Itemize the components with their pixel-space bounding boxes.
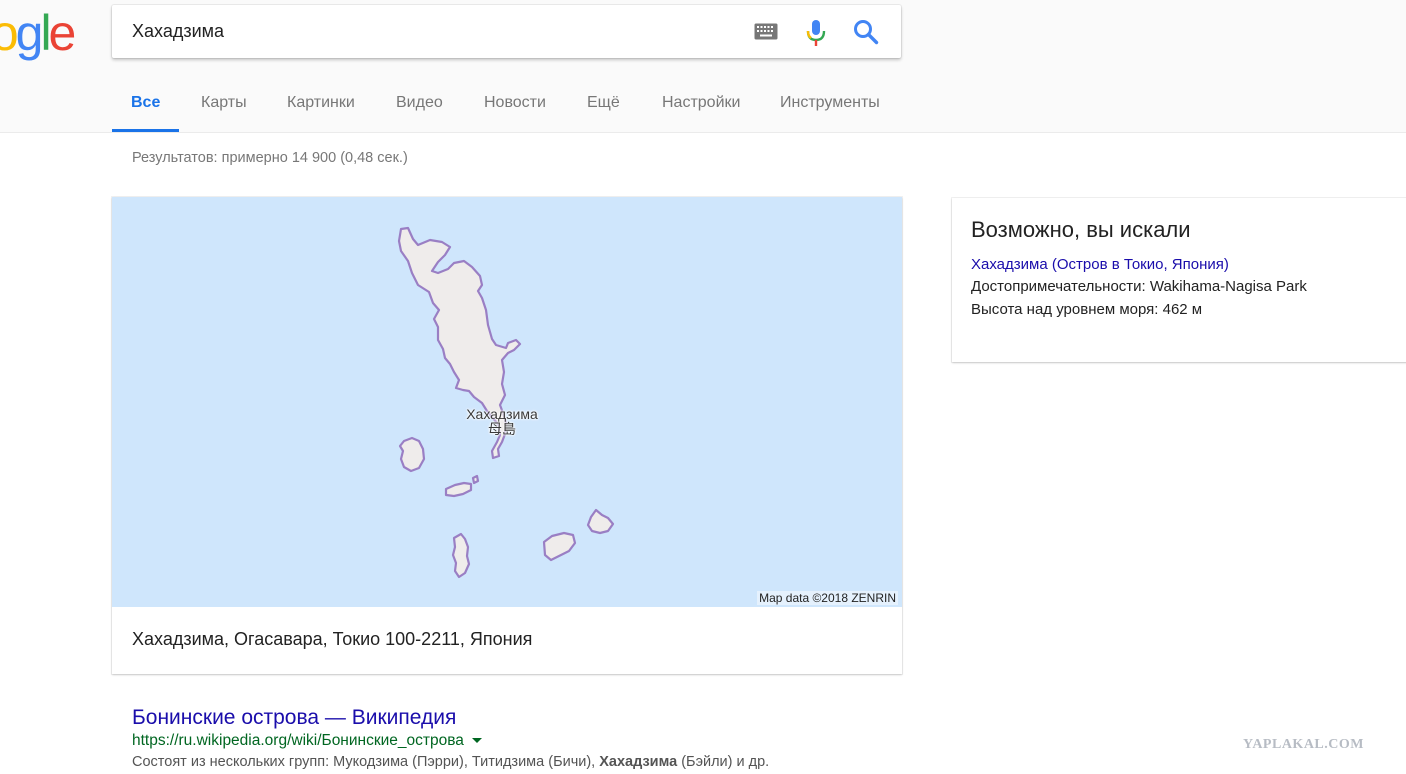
logo-letter-g: g <box>15 5 44 61</box>
attractions-line: Достопримечательности: Wakihama-Nagisa P… <box>971 278 1307 295</box>
map-card[interactable]: Хахадзима 母島 Map data ©2018 ZENRIN Хахад… <box>112 197 902 674</box>
result-snippet: Состоят из нескольких групп: Мукодзима (… <box>132 754 892 770</box>
mic-icon[interactable] <box>806 19 826 47</box>
search-box <box>112 5 901 58</box>
snippet-start: Состоят из нескольких групп: Мукодзима (… <box>132 754 600 770</box>
did-you-mean-title: Возможно, вы искали <box>971 217 1191 242</box>
logo-letter-l: l <box>40 5 51 61</box>
map-attribution: Map data ©2018 ZENRIN <box>757 591 898 605</box>
map-view[interactable]: Хахадзима 母島 Map data ©2018 ZENRIN <box>112 197 902 607</box>
tab-video[interactable]: Видео <box>396 80 443 129</box>
tab-more[interactable]: Ещё <box>587 80 620 129</box>
tab-tools[interactable]: Инструменты <box>780 80 880 129</box>
elevation-line: Высота над уровнем моря: 462 м <box>971 301 1203 318</box>
url-dropdown-icon[interactable] <box>471 738 482 744</box>
map-label-jp: 母島 <box>488 421 516 437</box>
result-url: https://ru.wikipedia.org/wiki/Бонинские_… <box>132 732 464 749</box>
search-result: Бонинские острова — Википедия https://ru… <box>132 706 892 770</box>
tab-news[interactable]: Новости <box>484 80 546 129</box>
snippet-bold: Хахадзима <box>599 754 678 770</box>
tab-images[interactable]: Картинки <box>287 80 355 129</box>
watermark: YAPLAKAL.COM <box>1243 737 1364 752</box>
tab-maps[interactable]: Карты <box>201 80 247 129</box>
did-you-mean-card: Возможно, вы искали Хахадзима (Остров в … <box>952 198 1406 362</box>
logo-letter-e: e <box>48 5 77 61</box>
snippet-end: (Бэйли) и др. <box>677 754 770 770</box>
keyboard-icon[interactable] <box>754 23 778 40</box>
did-you-mean-link[interactable]: Хахадзима (Остров в Токио, Япония) <box>971 256 1229 273</box>
search-icon[interactable] <box>853 19 879 45</box>
island-map <box>397 226 615 579</box>
map-address: Хахадзима, Огасавара, Токио 100-2211, Яп… <box>132 629 533 649</box>
header: oogle Все Карты Картинки Видео Новости <box>0 0 1406 133</box>
result-stats: Результатов: примерно 14 900 (0,48 сек.) <box>132 150 408 166</box>
map-label-ru: Хахадзима <box>466 406 538 422</box>
result-url-line: https://ru.wikipedia.org/wiki/Бонинские_… <box>132 732 892 750</box>
tab-settings[interactable]: Настройки <box>662 80 740 129</box>
search-input[interactable] <box>132 5 732 58</box>
google-logo[interactable]: oogle <box>0 0 77 68</box>
tab-all[interactable]: Все <box>112 80 180 132</box>
logo-letter-o2: o <box>0 5 19 61</box>
result-title-link[interactable]: Бонинские острова — Википедия <box>132 706 892 730</box>
map-place-label: Хахадзима 母島 <box>452 407 552 437</box>
